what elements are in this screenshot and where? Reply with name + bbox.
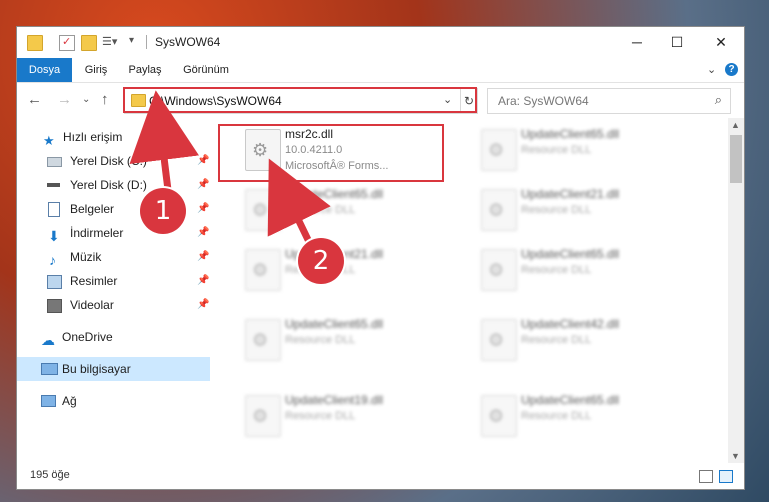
callout-arrows <box>129 90 331 251</box>
arrow-2 <box>267 158 331 250</box>
callout-badge-2: 2 <box>298 238 344 284</box>
callout-badge-1: 1 <box>140 188 186 234</box>
